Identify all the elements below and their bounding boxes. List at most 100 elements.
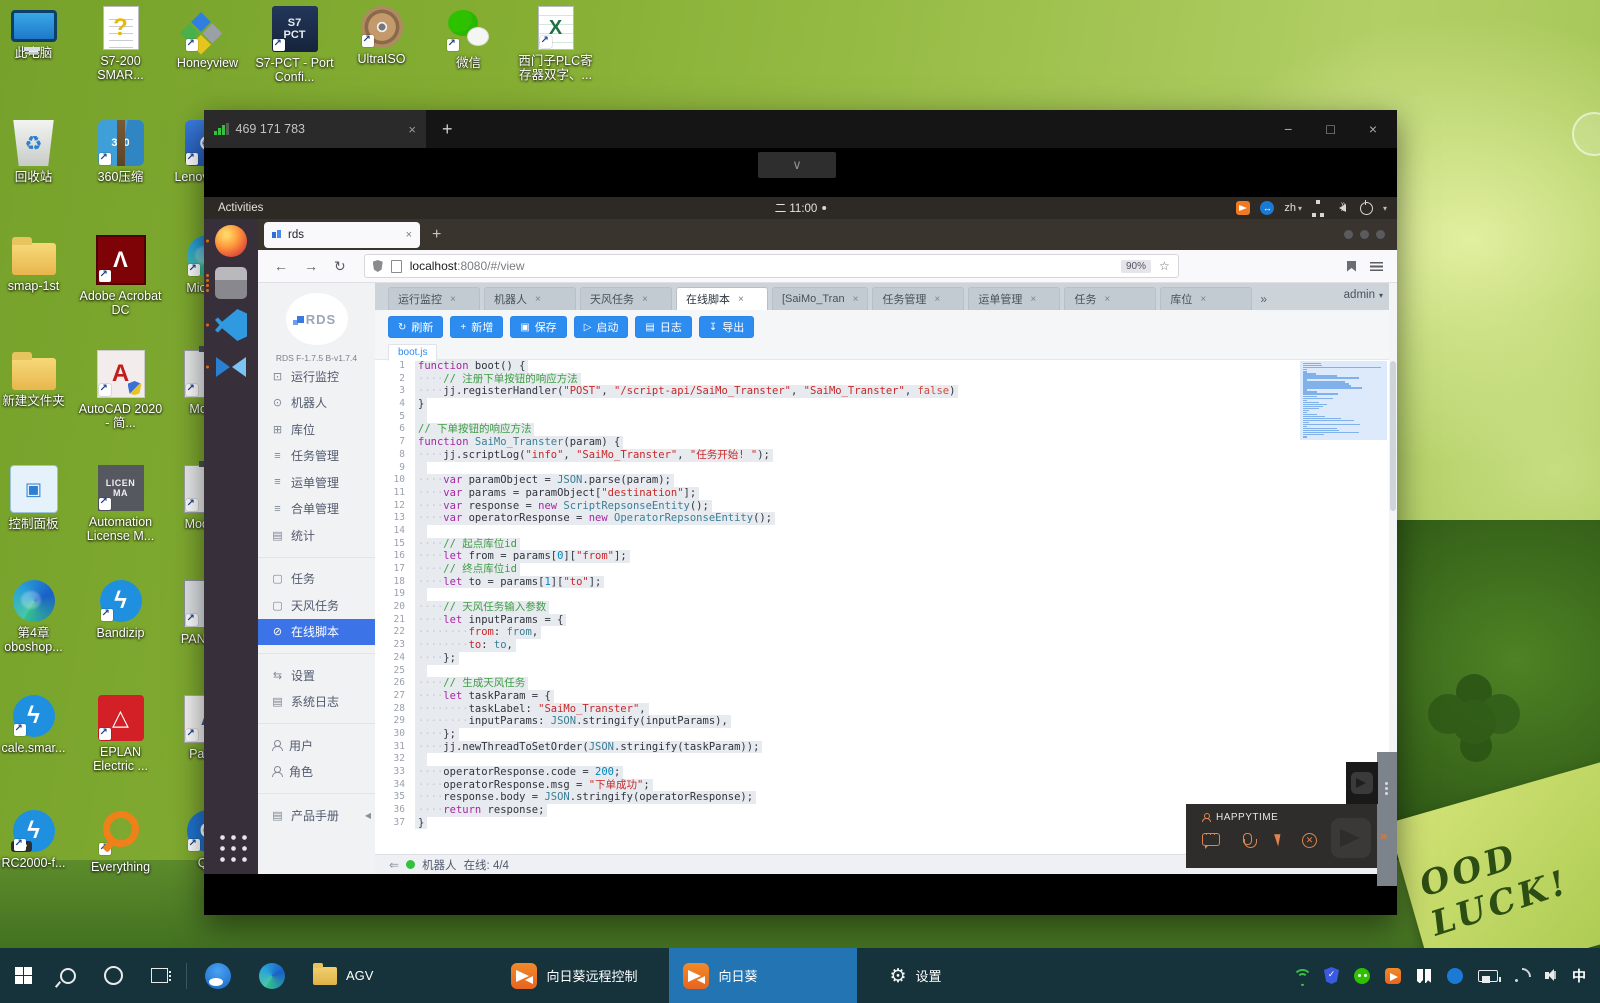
edge-button[interactable] [245,948,299,1003]
shield-tray-icon[interactable] [1324,967,1339,984]
app-tab-运行监控[interactable]: 运行监控× [388,287,480,310]
dock-item-firefox[interactable] [204,225,258,257]
browser-tab-rds[interactable]: rds × [264,222,420,248]
close-tab-icon[interactable]: × [738,294,744,305]
desktop-icon-zip[interactable]: ϟZIPRC2000-f... [0,810,77,925]
toolbar-button-保存[interactable]: ▣保存 [510,316,566,338]
code-minimap[interactable] [1300,361,1387,440]
new-tab-button[interactable]: + [432,226,441,244]
sidebar-item-设置[interactable]: ⇆设置 [258,662,375,689]
desktop-icon-folder[interactable]: smap-1st [0,235,77,350]
sidebar-item-机器人[interactable]: ⊙机器人 [258,390,375,417]
sidebar-item-统计[interactable]: ▤统计 [258,522,375,549]
app-tab-库位[interactable]: 库位× [1160,287,1252,310]
sidebar-item-产品手册[interactable]: ▤产品手册◀ [258,802,375,829]
app-tab-任务管理[interactable]: 任务管理× [872,287,964,310]
toolbar-button-启动[interactable]: ▷启动 [574,316,629,338]
app-tab-在线脚本[interactable]: 在线脚本× [676,287,768,310]
desktop-icon-s7pct[interactable]: S7 PCTS7-PCT - Port Confi... [251,6,338,84]
app-tab-机器人[interactable]: 机器人× [484,287,576,310]
app-tab-任务[interactable]: 任务× [1064,287,1156,310]
task-view-button[interactable] [137,948,182,1003]
toolbar-button-刷新[interactable]: ↻刷新 [388,316,443,338]
url-bar[interactable]: localhost:8080/#/view 90% ☆ [364,254,1179,278]
bluetooth-tray-icon[interactable] [1447,968,1463,984]
sidebar-item-在线脚本[interactable]: ⊘在线脚本 [258,619,375,646]
window-maximize-icon[interactable] [1360,230,1369,239]
desktop-icon-license[interactable]: LICEN MAAutomation License M... [77,465,164,580]
desktop-icon-recycle[interactable]: ♻回收站 [0,120,77,235]
bookmark-star-icon[interactable]: ☆ [1159,259,1170,273]
sidebar-item-用户[interactable]: 用户 [258,732,375,759]
library-icon[interactable] [1347,261,1356,272]
close-tab-icon[interactable]: × [1104,294,1110,305]
tab-overflow-icon[interactable]: » [1260,292,1267,306]
wifi-tray-icon[interactable] [1292,967,1309,984]
overlay-rail[interactable]: » [1377,752,1397,886]
speaker-tray-icon[interactable] [1545,967,1562,984]
desktop-icon-autocad[interactable]: AAutoCAD 2020 - 简... [77,350,164,465]
sidebar-item-库位[interactable]: ⊞库位 [258,416,375,443]
close-tab-icon[interactable]: × [450,294,456,305]
desktop-icon-cpanel[interactable]: ▣控制面板 [0,465,77,580]
close-tab-icon[interactable]: × [406,229,412,241]
sidebar-item-系统日志[interactable]: ▤系统日志 [258,689,375,716]
battery-tray-icon[interactable] [1478,970,1498,982]
app-tab-[SaiMo_Tran[interactable]: [SaiMo_Tran× [772,287,868,310]
desktop-icon-honey[interactable]: Honeyview [164,6,251,84]
chat-icon[interactable] [1202,833,1220,846]
zoom-level-badge[interactable]: 90% [1121,260,1151,273]
cursor-icon[interactable] [1274,832,1284,846]
close-tab-icon[interactable]: × [1030,294,1036,305]
app-tab-运单管理[interactable]: 运单管理× [968,287,1060,310]
wechat-tray-icon[interactable] [1354,968,1370,984]
close-tab-icon[interactable]: × [642,294,648,305]
toolbar-dropdown-button[interactable]: ∨ [758,152,836,178]
dock-item-vscode[interactable] [204,309,258,341]
sidebar-collapse-icon[interactable]: ◀ [365,811,371,820]
toolbar-button-日志[interactable]: ▤日志 [635,316,691,338]
collapse-arrow-icon[interactable]: ⇐ [389,858,399,872]
sidebar-item-天风任务[interactable]: ▢天风任务 [258,592,375,619]
new-session-button[interactable]: + [442,119,453,140]
sidebar-item-任务[interactable]: ▢任务 [258,566,375,593]
sidebar-item-任务管理[interactable]: ≡任务管理 [258,443,375,470]
desktop-icon-monitor[interactable]: 此电脑 [0,6,77,84]
volume-icon[interactable] [1339,204,1346,212]
file-tab-bootjs[interactable]: boot.js [388,344,437,361]
remote-session-tab[interactable]: 469 171 783 × [204,110,426,148]
minimize-window-button[interactable]: − [1284,121,1292,137]
ime-indicator[interactable]: 中 [1572,966,1586,986]
desktop-icon-zip360[interactable]: 360360压缩 [77,120,164,235]
desktop-icon-acrobat[interactable]: ΛAdobe Acrobat DC [77,235,164,350]
desktop-icon-eplan[interactable]: △EPLAN Electric ... [77,695,164,810]
reload-button[interactable]: ↻ [334,258,346,275]
teamviewer-tray-icon[interactable]: ↔ [1260,201,1274,215]
sunlogin-remote-task[interactable]: 向日葵远程控制 [497,948,651,1003]
sidebar-item-合单管理[interactable]: ≡合单管理 [258,496,375,523]
toolbar-button-导出[interactable]: ↧导出 [699,316,754,338]
window-minimize-icon[interactable] [1344,230,1353,239]
close-tab-icon[interactable]: × [934,294,940,305]
desktop-icon-wechat[interactable]: 微信 [425,6,512,84]
overlay-logo-square[interactable] [1346,762,1378,804]
sidebar-item-角色[interactable]: 角色 [258,759,375,786]
close-circle-icon[interactable]: ✕ [1302,833,1317,848]
signal-tray-icon[interactable] [1513,967,1530,984]
back-button[interactable]: ← [274,258,288,274]
settings-task[interactable]: ⚙ 设置 [875,948,955,1003]
sidebar-item-运行监控[interactable]: ⊡运行监控 [258,363,375,390]
desktop-icon-disc[interactable]: UltraISO [338,6,425,84]
activities-button[interactable]: Activities [218,202,263,214]
expand-chevron-icon[interactable]: » [1380,828,1387,843]
clock[interactable]: 二 11:00 [775,200,827,216]
desktop-icon-bandizip[interactable]: ϟBandizip [77,580,164,695]
toolbar-button-新增[interactable]: +新增 [450,316,503,338]
menu-hamburger-icon[interactable] [1370,262,1383,271]
desktop-icon-edge[interactable]: 第4章 oboshop... [0,580,77,695]
pins-tray-icon[interactable] [1416,968,1432,984]
network-icon[interactable] [1312,200,1329,217]
close-session-icon[interactable]: × [408,122,416,137]
sunlogin-tray-icon[interactable] [1385,968,1401,984]
desktop-icon-folder[interactable]: 新建文件夹 [0,350,77,465]
